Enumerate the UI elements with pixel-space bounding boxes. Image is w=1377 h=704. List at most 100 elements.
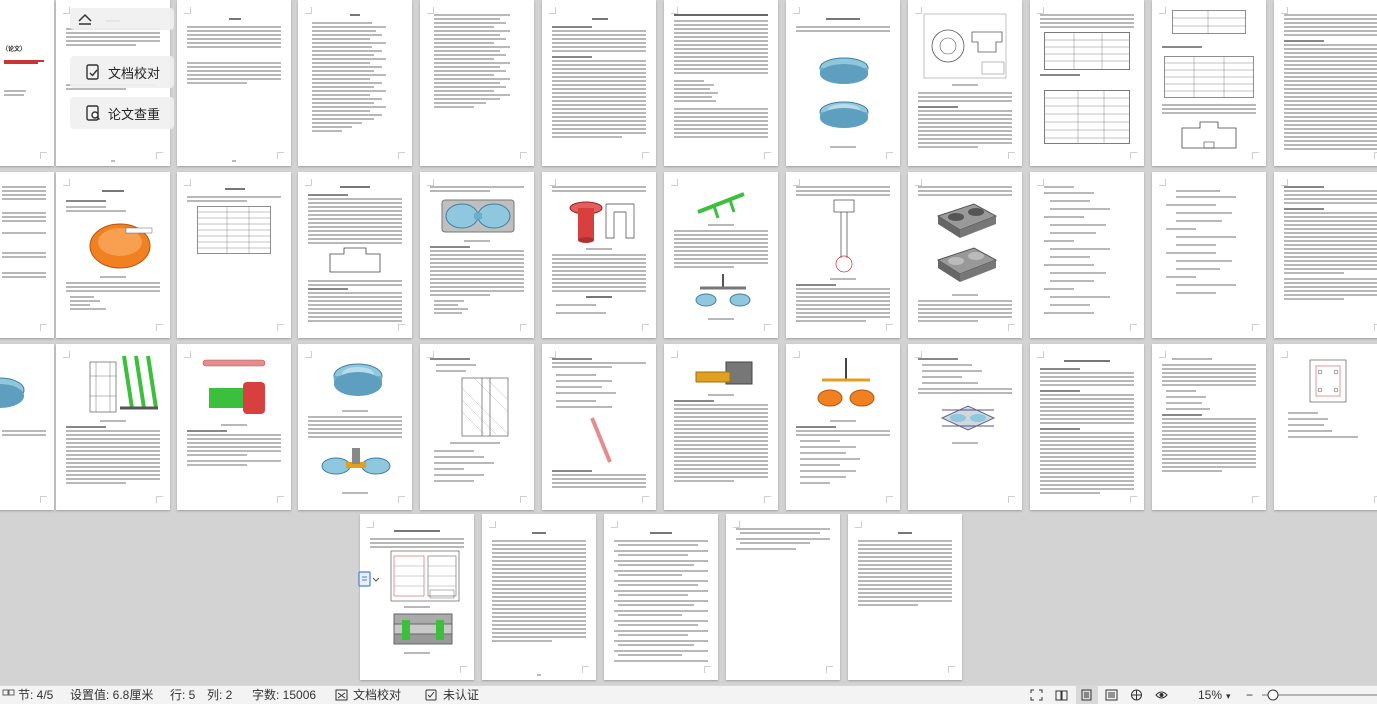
pink-pin-figure	[590, 417, 612, 463]
first-page-title: （论文）	[2, 47, 27, 53]
page-thumb[interactable]	[908, 0, 1022, 166]
read-mode-icon[interactable]	[1055, 689, 1068, 701]
page-thumb[interactable]: （论文）	[0, 0, 54, 166]
plagiarism-label: 论文查重	[108, 106, 161, 122]
lid-part-figure	[333, 363, 383, 396]
page-thumb[interactable]	[482, 514, 596, 680]
page-thumb[interactable]	[664, 0, 778, 166]
page-thumb[interactable]	[542, 0, 656, 166]
green-ejector-figure	[120, 355, 158, 410]
page-thumb[interactable]	[908, 344, 1022, 510]
page-thumb[interactable]	[177, 172, 291, 338]
page-thumb[interactable]	[1030, 344, 1144, 510]
page-thumb[interactable]	[1030, 0, 1144, 166]
page-thumb[interactable]	[0, 344, 54, 510]
home-outline-icon	[78, 13, 92, 25]
page-thumb[interactable]	[1274, 344, 1377, 510]
doc-check-button[interactable]: 文档校对	[70, 56, 174, 88]
home-button[interactable]	[70, 8, 174, 30]
assembly-drawing-figure	[390, 550, 460, 602]
green-runner-figure	[697, 192, 745, 219]
page-thumb[interactable]	[298, 344, 412, 510]
page-thumb[interactable]	[726, 514, 840, 680]
doc-check-box-icon	[335, 689, 348, 701]
table-figure	[1164, 56, 1254, 98]
orange-part-figure	[89, 223, 153, 269]
section-drawing-figure	[461, 377, 509, 437]
page-thumb[interactable]	[298, 172, 412, 338]
page-thumb[interactable]	[786, 344, 900, 510]
sprue-drawing-figure	[833, 199, 855, 273]
row-indicator[interactable]: 行: 5	[170, 689, 195, 702]
doc-check-icon	[86, 64, 99, 80]
zoom-slider-icon[interactable]	[1262, 688, 1377, 702]
table-figure	[1172, 10, 1246, 34]
page-thumb[interactable]	[664, 172, 778, 338]
zoom-dropdown-icon[interactable]: ▾	[1226, 690, 1231, 703]
red-core-figure	[569, 201, 635, 243]
page-thumbnail-canvas[interactable]: （论文） 文档校对 论文查重	[0, 0, 1377, 685]
green-red-bushing-figure	[209, 382, 265, 414]
ejector-drawing-figure	[89, 361, 117, 413]
runner-assembly-figure	[321, 448, 391, 475]
plagiarism-button[interactable]: 论文查重	[70, 97, 174, 129]
page-thumb[interactable]	[1152, 344, 1266, 510]
page-thumb[interactable]	[1152, 0, 1266, 166]
col-indicator[interactable]: 列: 2	[207, 689, 232, 702]
page-thumb[interactable]	[420, 0, 534, 166]
page-thumb[interactable]	[177, 344, 291, 510]
pink-pin-figure	[202, 359, 266, 367]
page-thumb[interactable]	[908, 172, 1022, 338]
grey-cavity-plates-figure	[936, 203, 998, 282]
eye-icon[interactable]	[1155, 689, 1168, 701]
section-indicator[interactable]: 节: 4/5	[18, 689, 53, 702]
page-thumb[interactable]	[56, 344, 170, 510]
page-thumb[interactable]	[420, 172, 534, 338]
expand-icon[interactable]	[1030, 689, 1043, 701]
status-bar: 节: 4/5 设置值: 6.8厘米 行: 5 列: 2 字数: 15006 文档…	[0, 685, 1377, 704]
grid-icon[interactable]	[2, 689, 15, 701]
mold-plan-drawing-figure	[1309, 359, 1347, 403]
slider-assembly-figure	[695, 361, 753, 385]
page-thumb[interactable]	[542, 344, 656, 510]
page-thumb[interactable]	[1152, 172, 1266, 338]
page-thumb[interactable]	[1030, 172, 1144, 338]
page-view-icon[interactable]	[1080, 689, 1093, 701]
page-thumb[interactable]	[664, 344, 778, 510]
page-options-icon[interactable]	[357, 570, 379, 588]
outline-view-icon[interactable]	[1105, 689, 1118, 701]
page-thumb[interactable]	[360, 514, 474, 680]
page-thumb[interactable]	[56, 172, 170, 338]
blue-gate-figure	[695, 274, 751, 307]
orange-runner-figure	[817, 358, 875, 407]
table-figure	[1044, 32, 1130, 70]
profile-drawing-figure	[329, 247, 381, 273]
web-view-icon[interactable]	[1130, 689, 1143, 701]
lid-part-figure	[0, 377, 25, 408]
page-thumb[interactable]	[604, 514, 718, 680]
page-thumb[interactable]	[786, 0, 900, 166]
page-thumb[interactable]	[1274, 172, 1377, 338]
page-thumb[interactable]	[542, 172, 656, 338]
cooling-channel-figure	[940, 405, 996, 431]
profile-drawing-figure	[1181, 121, 1237, 149]
page-thumb[interactable]	[0, 172, 54, 338]
page-thumb[interactable]	[177, 0, 291, 166]
page-thumb[interactable]	[298, 0, 412, 166]
mold-3d-figure	[393, 613, 453, 645]
cert-shield-icon	[425, 689, 437, 701]
doc-check-label: 文档校对	[108, 65, 161, 81]
word-count[interactable]: 字数: 15006	[252, 689, 316, 702]
part-drawing-figure	[923, 13, 1007, 79]
doc-check-status[interactable]: 文档校对	[353, 689, 401, 702]
page-thumb[interactable]	[1274, 0, 1377, 166]
table-figure	[1044, 90, 1130, 144]
page-thumb[interactable]	[848, 514, 962, 680]
zoom-out-icon[interactable]: −	[1246, 689, 1253, 702]
zoom-level[interactable]: 15%	[1198, 689, 1222, 702]
side-tool-panel: 文档校对 论文查重	[70, 8, 174, 129]
page-thumb[interactable]	[786, 172, 900, 338]
cert-status[interactable]: 未认证	[443, 689, 479, 702]
page-thumb[interactable]	[420, 344, 534, 510]
setting-value[interactable]: 设置值: 6.8厘米	[70, 689, 153, 702]
